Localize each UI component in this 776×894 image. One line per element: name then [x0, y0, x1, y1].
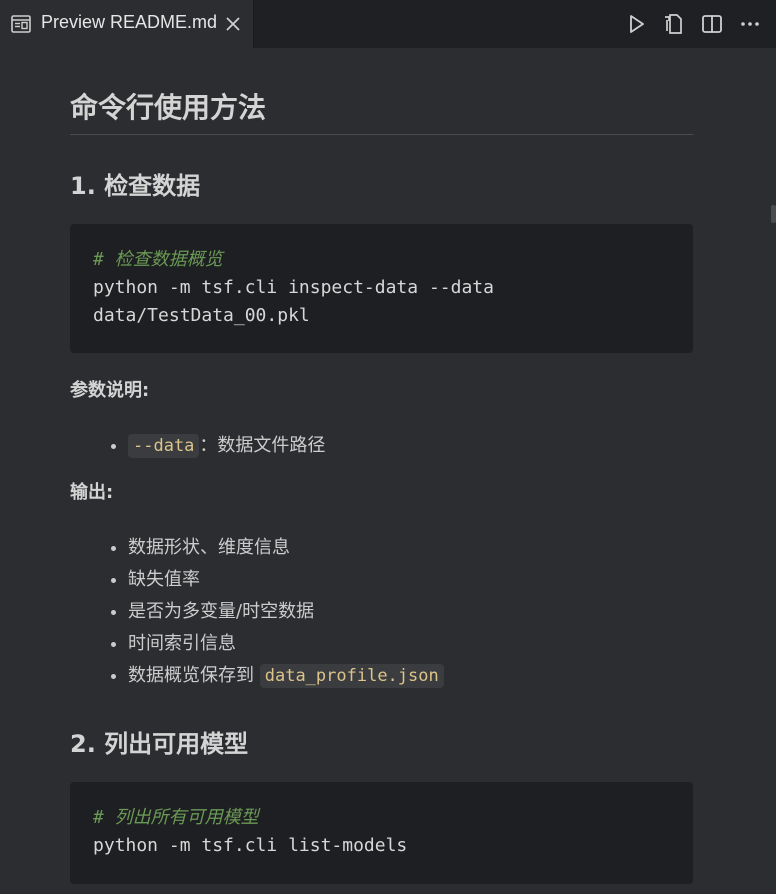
code-block-list-models[interactable]: # 列出所有可用模型 python -m tsf.cli list-models — [70, 782, 693, 884]
inline-code: --data — [128, 434, 200, 458]
scrollbar-thumb[interactable] — [771, 205, 776, 223]
section-heading-inspect-data: 1. 检查数据 — [70, 172, 201, 200]
list-item: --data：数据文件路径 — [128, 430, 325, 462]
list-item-text: 数据概览保存到 — [128, 665, 260, 686]
list-item-text: ：数据文件路径 — [199, 435, 326, 456]
list-item: 缺失值率 — [128, 564, 444, 596]
open-source-icon[interactable] — [662, 12, 686, 36]
list-item: 是否为多变量/时空数据 — [128, 596, 444, 628]
output-list: 数据形状、维度信息 缺失值率 是否为多变量/时空数据 时间索引信息 数据概览保存… — [106, 532, 444, 692]
editor-tab-bar: Preview README.md — [0, 0, 776, 48]
params-label: 参数说明: — [70, 380, 150, 401]
more-actions-icon[interactable] — [738, 12, 762, 36]
list-item: 时间索引信息 — [128, 628, 444, 660]
code-line: python -m tsf.cli list-models — [93, 835, 408, 856]
preview-icon — [11, 15, 31, 33]
list-item: 数据概览保存到 data_profile.json — [128, 660, 444, 692]
code-block-inspect-data[interactable]: # 检查数据概览 python -m tsf.cli inspect-data … — [70, 224, 693, 353]
page-title: 命令行使用方法 — [70, 91, 267, 124]
close-icon[interactable] — [222, 13, 244, 35]
code-comment: # 检查数据概览 — [93, 249, 223, 270]
inline-code: data_profile.json — [259, 664, 444, 688]
code-comment: # 列出所有可用模型 — [93, 807, 259, 828]
section-heading-list-models: 2. 列出可用模型 — [70, 730, 249, 758]
split-editor-icon[interactable] — [700, 12, 724, 36]
tab-title: Preview README.md — [41, 12, 218, 32]
list-item: 数据形状、维度信息 — [128, 532, 444, 564]
code-line: python -m tsf.cli inspect-data --data — [93, 277, 494, 298]
tab-preview-readme[interactable]: Preview README.md — [0, 0, 254, 48]
params-list: --data：数据文件路径 — [106, 430, 325, 462]
title-divider — [70, 134, 693, 135]
code-line: data/TestData_00.pkl — [93, 305, 310, 326]
run-icon[interactable] — [624, 12, 648, 36]
output-label: 输出: — [70, 482, 114, 503]
